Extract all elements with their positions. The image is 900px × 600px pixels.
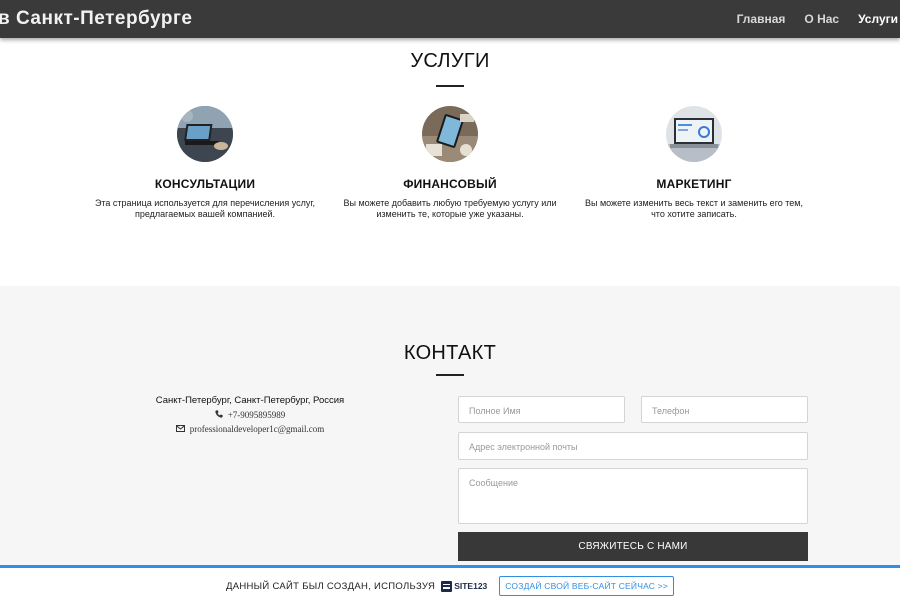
laptop-charts-photo xyxy=(666,106,722,162)
create-website-button[interactable]: СОЗДАЙ СВОЙ ВЕБ-САЙТ СЕЙЧАС >> xyxy=(499,576,675,596)
laptop-desk-photo xyxy=(177,106,233,162)
nav-item-about[interactable]: О Нас xyxy=(804,12,839,26)
service-card-marketing: МАРКЕТИНГ Вы можете изменить весь текст … xyxy=(574,106,814,220)
site123-logo-icon xyxy=(441,580,453,592)
contact-email-row: professionaldeveloper1c@gmail.com xyxy=(100,424,400,434)
email-input[interactable]: Адрес электронной почты xyxy=(458,432,808,460)
phone-input[interactable]: Телефон xyxy=(641,396,808,423)
service-card-finance: ФИНАНСОВЫЙ Вы можете добавить любую треб… xyxy=(330,106,570,220)
nav-item-home[interactable]: Главная xyxy=(737,12,786,26)
contact-submit-button[interactable]: СВЯЖИТЕСЬ С НАМИ xyxy=(458,532,808,561)
service-title-consulting: КОНСУЛЬТАЦИИ xyxy=(154,177,256,191)
contact-title-divider xyxy=(436,374,464,376)
contact-phone[interactable]: +7-9095895989 xyxy=(228,410,286,420)
contact-phone-row: +7-9095895989 xyxy=(100,410,400,420)
service-title-finance: ФИНАНСОВЫЙ xyxy=(403,177,497,191)
tablet-finance-photo xyxy=(422,106,478,162)
contact-title: КОНТАКТ xyxy=(403,342,497,364)
builder-banner: ДАННЫЙ САЙТ БЫЛ СОЗДАН, ИСПОЛЬЗУЯ SITE12… xyxy=(0,565,900,600)
services-section: УСЛУГИ КОНСУЛЬТАЦИИ Эта страница использ… xyxy=(0,38,900,286)
service-text-marketing: Вы можете изменить весь текст и заменить… xyxy=(584,198,803,219)
site123-logo-text: SITE123 xyxy=(454,581,488,591)
phone-icon xyxy=(215,410,223,420)
service-card-consulting: КОНСУЛЬТАЦИИ Эта страница используется д… xyxy=(85,106,325,220)
envelope-icon xyxy=(175,424,185,434)
top-navbar: в Санкт-Петербурге Главная О Нас Услуги xyxy=(0,0,900,38)
service-title-marketing: МАРКЕТИНГ xyxy=(656,177,732,191)
services-title-divider xyxy=(436,85,464,87)
main-nav: Главная О Нас Услуги xyxy=(737,12,898,26)
service-text-finance: Вы можете добавить любую требуемую услуг… xyxy=(343,198,557,219)
site123-logo[interactable]: SITE123 xyxy=(441,580,488,592)
nav-item-services[interactable]: Услуги xyxy=(858,12,898,26)
message-textarea[interactable]: Сообщение xyxy=(458,468,808,524)
full-name-input[interactable]: Полное Имя xyxy=(458,396,625,423)
contact-section: КОНТАКТ Санкт-Петербург, Санкт-Петербург… xyxy=(0,286,900,568)
service-text-consulting: Эта страница используется для перечислен… xyxy=(94,198,316,219)
banner-text: ДАННЫЙ САЙТ БЫЛ СОЗДАН, ИСПОЛЬЗУЯ xyxy=(225,580,436,592)
services-title: УСЛУГИ xyxy=(410,50,490,72)
contact-info: Санкт-Петербург, Санкт-Петербург, Россия… xyxy=(100,395,400,434)
contact-address: Санкт-Петербург, Санкт-Петербург, Россия xyxy=(155,395,345,406)
site-title[interactable]: в Санкт-Петербурге xyxy=(0,8,192,30)
contact-email[interactable]: professionaldeveloper1c@gmail.com xyxy=(190,424,325,434)
